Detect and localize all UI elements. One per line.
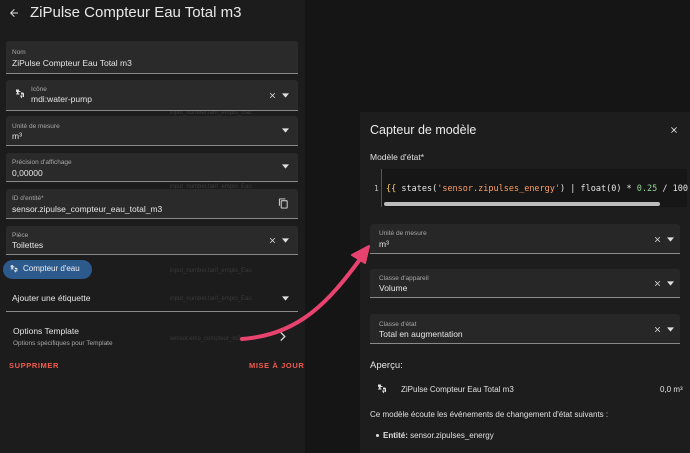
annotation-arrow <box>240 245 370 341</box>
